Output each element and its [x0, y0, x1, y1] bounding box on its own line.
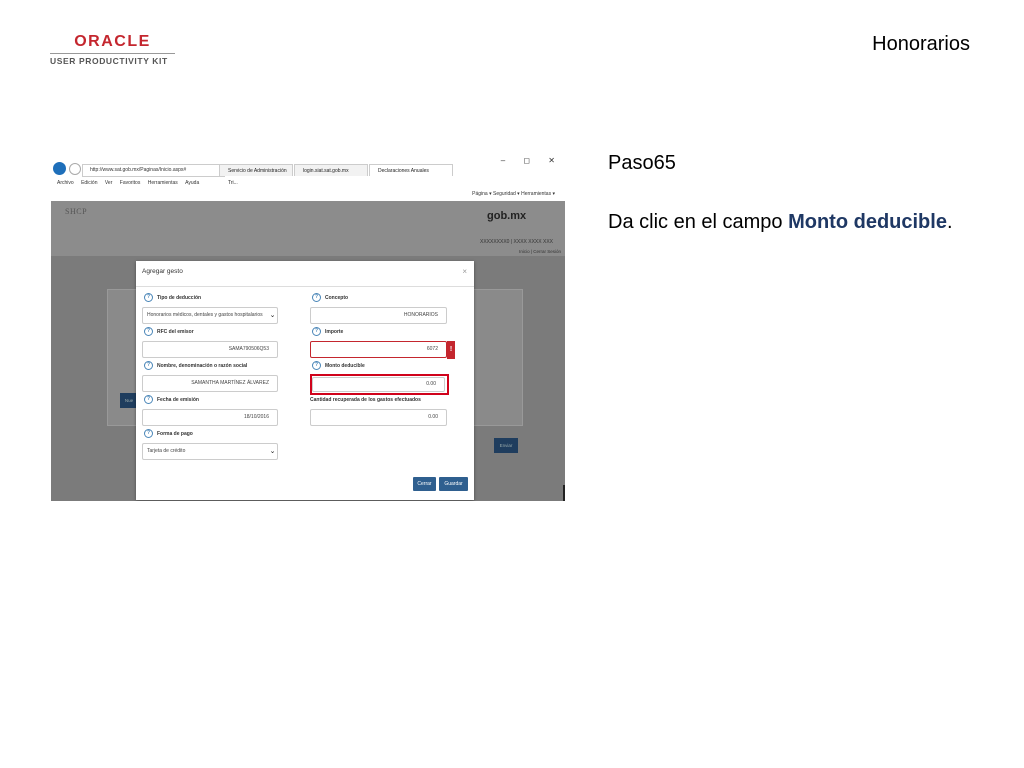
help-icon[interactable]: ? — [144, 395, 153, 404]
help-icon[interactable]: ? — [144, 293, 153, 302]
oracle-logo-word: ORACLE — [74, 33, 151, 50]
fecha-emision-field[interactable]: 18/10/2016 — [142, 409, 278, 426]
help-icon[interactable]: ? — [312, 293, 321, 302]
chevron-down-icon: ⌄ — [269, 312, 276, 319]
cancel-button[interactable]: Cerrar — [413, 477, 436, 491]
chevron-down-icon: ⌄ — [269, 448, 276, 455]
tab-login[interactable]: login.siat.sat.gob.mx — [294, 164, 368, 176]
user-rfc: XXXXXXXX0 | XXXX XXXX XXX — [479, 239, 553, 245]
tab-declaraciones[interactable]: Declaraciones Anuales — [369, 164, 453, 176]
monto-deducible-label: ? Monto deducible — [312, 361, 365, 370]
dialog-header: Agregar gesto × — [136, 261, 474, 287]
nombre-field[interactable]: SAMANTHA MARTÍNEZ ÁLVAREZ — [142, 375, 278, 392]
tipo-deduccion-value: Honorarios médicos, dentales y gastos ho… — [147, 312, 263, 318]
browser-menu-bar: Archivo Edición Ver Favoritos Herramient… — [51, 178, 565, 188]
forma-pago-select[interactable]: Tarjeta de crédito ⌄ — [142, 443, 278, 460]
menu-favoritos[interactable]: Favoritos — [120, 180, 141, 186]
error-icon: ! — [447, 341, 455, 359]
session-links[interactable]: Inicio | Cerrar Sesión — [519, 249, 561, 254]
instruction-prefix: Da clic en el campo — [608, 211, 789, 233]
dialog-title: Agregar gesto — [142, 268, 183, 275]
fecha-emision-label: ? Fecha de emisión — [144, 395, 199, 404]
concepto-label-text: Concepto — [325, 294, 349, 301]
upk-subtitle: USER PRODUCTIVITY KIT — [50, 56, 168, 66]
browser-titlebar: – ◻ ✕ http://www.sat.gob.mx/Paginas/Inic… — [51, 155, 565, 186]
gobmx-logo: gob.mx — [487, 210, 527, 222]
fecha-emision-label-text: Fecha de emisión — [157, 396, 199, 403]
address-bar[interactable]: http://www.sat.gob.mx/Paginas/Inicio.asp… — [82, 164, 225, 177]
save-button[interactable]: Guardar — [439, 477, 468, 491]
rfc-emisor-label-text: RFC del emisor — [157, 328, 194, 335]
nombre-label: ? Nombre, denominación o razón social — [144, 361, 247, 370]
menu-archivo[interactable]: Archivo — [57, 180, 74, 186]
concepto-field[interactable]: HONORARIOS — [310, 307, 447, 324]
site-header: SHCP gob.mx XXXXXXXX0 | XXXX XXXX XXX In… — [51, 201, 565, 256]
shcp-logo: SHCP — [65, 207, 88, 216]
help-icon[interactable]: ? — [144, 429, 153, 438]
click-target-highlight — [310, 374, 449, 395]
page-title: Honorarios — [872, 33, 970, 55]
tipo-deduccion-label: ? Tipo de deducción — [144, 293, 201, 302]
help-icon[interactable]: ? — [312, 327, 321, 336]
screenshot-edge — [563, 485, 565, 501]
oracle-logo: ORACLE USER PRODUCTIVITY KIT — [50, 34, 175, 66]
rfc-emisor-label: ? RFC del emisor — [144, 327, 194, 336]
importe-label-text: Importe — [325, 328, 344, 335]
tipo-deduccion-select[interactable]: Honorarios médicos, dentales y gastos ho… — [142, 307, 278, 324]
help-icon[interactable]: ? — [144, 327, 153, 336]
tipo-deduccion-label-text: Tipo de deducción — [157, 294, 202, 301]
command-bar-tools[interactable]: Página ▾ Seguridad ▾ Herramientas ▾ — [472, 188, 555, 201]
step-label: Paso65 — [608, 152, 676, 174]
menu-edicion[interactable]: Edición — [81, 180, 97, 186]
concepto-label: ? Concepto — [312, 293, 348, 302]
rfc-emisor-field[interactable]: SAMA790506Q53 — [142, 341, 278, 358]
nombre-label-text: Nombre, denominación o razón social — [157, 362, 248, 369]
forward-icon[interactable] — [69, 163, 81, 175]
help-icon[interactable]: ? — [312, 361, 321, 370]
instruction-field-name: Monto deducible — [788, 211, 947, 233]
importe-label: ? Importe — [312, 327, 343, 336]
logo-divider — [50, 53, 175, 54]
tab-sat[interactable]: Servicio de Administración Tri... — [219, 164, 293, 186]
add-expense-dialog: Agregar gesto × ? Tipo de deducción Honor… — [136, 261, 474, 500]
bg-send-button: Enviar — [494, 438, 518, 453]
menu-ayuda[interactable]: Ayuda — [185, 180, 199, 186]
forma-pago-label: ? Forma de pago — [144, 429, 193, 438]
forma-pago-label-text: Forma de pago — [157, 430, 193, 437]
web-page: SHCP gob.mx XXXXXXXX0 | XXXX XXXX XXX In… — [51, 201, 565, 501]
browser-command-bar: Página ▾ Seguridad ▾ Herramientas ▾ — [51, 188, 565, 202]
back-icon[interactable] — [53, 162, 66, 175]
instruction-text: Da clic en el campo Monto deducible. — [608, 211, 953, 234]
help-icon[interactable]: ? — [144, 361, 153, 370]
forma-pago-value: Tarjeta de crédito — [147, 448, 186, 454]
importe-field[interactable]: 6072 — [310, 341, 447, 358]
monto-deducible-label-text: Monto deducible — [325, 362, 365, 369]
window-controls[interactable]: – ◻ ✕ — [501, 156, 563, 165]
cantidad-recuperada-label: Cantidad recuperada de los gastos efectu… — [310, 397, 421, 403]
menu-ver[interactable]: Ver — [105, 180, 113, 186]
step-screenshot: – ◻ ✕ http://www.sat.gob.mx/Paginas/Inic… — [51, 155, 565, 501]
close-icon[interactable]: × — [462, 267, 467, 276]
cantidad-recuperada-field[interactable]: 0.00 — [310, 409, 447, 426]
menu-herramientas[interactable]: Herramientas — [148, 180, 178, 186]
instruction-suffix: . — [946, 211, 953, 233]
